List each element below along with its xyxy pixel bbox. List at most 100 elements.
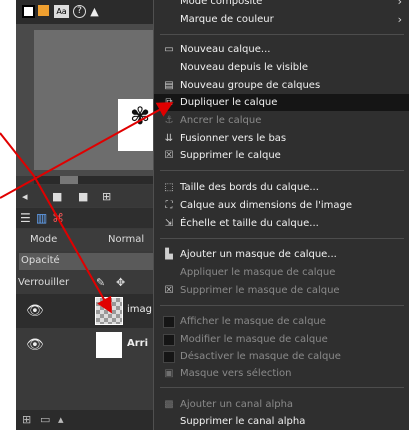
- menu-item-edit-layer-mask[interactable]: Modifier le masque de calque: [154, 331, 409, 348]
- dock-tabs: ☰ ▥ ⌘: [16, 208, 156, 228]
- alpha-icon: ▩: [164, 399, 174, 410]
- menu-item-label: Supprimer le masque de calque: [180, 285, 340, 296]
- raise-icon[interactable]: ▴: [58, 413, 64, 426]
- add-mask-icon: ▙: [165, 249, 173, 260]
- menu-item-label: Modifier le masque de calque: [180, 334, 328, 345]
- menu-item-label: Masque vers sélection: [180, 368, 292, 379]
- menu-item-anchor-layer[interactable]: ⚓ Ancrer le calque: [154, 112, 409, 129]
- menu-item-label: Ajouter un masque de calque...: [180, 249, 337, 260]
- channels-tab-icon[interactable]: ▥: [36, 211, 47, 225]
- duplicate-icon: ⧉: [165, 97, 173, 108]
- font-icon[interactable]: Aa: [54, 5, 69, 18]
- dock-toolbar: Aa ? ▲: [16, 0, 156, 24]
- menu-item-composite-mode[interactable]: Mode composite ›: [154, 0, 409, 10]
- menu-item-add-alpha-channel[interactable]: ▩ Ajouter un canal alpha: [154, 396, 409, 413]
- menu-item-label: Désactiver le masque de calque: [180, 351, 341, 362]
- menu-item-label: Supprimer le canal alpha: [180, 416, 306, 427]
- layer-boundary-icon: ⬚: [164, 182, 174, 193]
- layer-name: imag: [127, 304, 152, 315]
- nav-grid-icon[interactable]: ⊞: [102, 190, 111, 203]
- triangle-icon[interactable]: ▲: [88, 5, 101, 18]
- help-icon[interactable]: ?: [73, 5, 86, 18]
- menu-item-show-layer-mask[interactable]: Afficher le masque de calque: [154, 313, 409, 330]
- menu-item-color-tag[interactable]: Marque de couleur ›: [154, 11, 409, 28]
- menu-item-label: Ancrer le calque: [180, 115, 262, 126]
- visibility-eye-icon[interactable]: 👁: [26, 337, 44, 353]
- nav-frame-icon[interactable]: ■: [78, 190, 88, 203]
- menu-item-label: Calque aux dimensions de l'image: [180, 200, 353, 211]
- artwork-icon: ✾: [130, 102, 151, 130]
- menu-item-delete-layer[interactable]: ☒ Supprimer le calque: [154, 147, 409, 164]
- menu-item-label: Échelle et taille du calque...: [180, 218, 319, 229]
- scale-icon: ⇲: [164, 218, 174, 229]
- delete-icon: ☒: [164, 150, 174, 161]
- menu-item-label: Nouveau groupe de calques: [180, 80, 321, 91]
- delete-mask-icon: ☒: [164, 285, 174, 296]
- menu-item-label: Appliquer le masque de calque: [180, 267, 336, 278]
- mask-to-selection-icon: ▣: [164, 368, 174, 379]
- submenu-arrow-icon: ›: [397, 13, 402, 26]
- layer-thumbnail: [95, 297, 123, 325]
- folder-icon[interactable]: ▭: [40, 413, 50, 426]
- lock-label: Verrouiller: [18, 277, 70, 288]
- scrollbar-thumb[interactable]: [60, 176, 78, 184]
- foreground-color-icon[interactable]: [22, 5, 35, 18]
- menu-item-delete-layer-mask[interactable]: ☒ Supprimer le masque de calque: [154, 282, 409, 299]
- menu-item-layer-boundary-size[interactable]: ⬚ Taille des bords du calque...: [154, 179, 409, 196]
- menu-item-scale-layer[interactable]: ⇲ Échelle et taille du calque...: [154, 215, 409, 232]
- layer-name: Arri: [127, 338, 149, 349]
- new-layer-icon: ▭: [164, 44, 174, 55]
- opacity-slider[interactable]: Opacité: [19, 253, 156, 270]
- nav-first-icon[interactable]: ◂: [22, 190, 28, 203]
- menu-item-merge-down[interactable]: ⇊ Fusionner vers le bas: [154, 130, 409, 147]
- menu-item-label: Nouveau depuis le visible: [180, 62, 309, 73]
- brush-icon[interactable]: [38, 5, 49, 16]
- paths-tab-icon[interactable]: ⌘: [52, 211, 64, 225]
- navigation-row: ◂ ■ ■ ⊞: [16, 185, 156, 207]
- menu-item-label: Taille des bords du calque...: [180, 182, 319, 193]
- layer-context-menu: Mode composite › Marque de couleur › ▭ N…: [153, 0, 409, 430]
- menu-separator: [160, 387, 404, 388]
- submenu-arrow-icon: ›: [397, 0, 402, 8]
- menu-item-add-layer-mask[interactable]: ▙ Ajouter un masque de calque...: [154, 246, 409, 263]
- menu-item-new-layer[interactable]: ▭ Nouveau calque...: [154, 41, 409, 58]
- menu-item-duplicate-layer[interactable]: ⧉ Dupliquer le calque: [154, 94, 409, 111]
- nav-stop-icon[interactable]: ■: [52, 190, 62, 203]
- menu-separator: [160, 34, 404, 35]
- lock-pixels-icon[interactable]: ✎: [96, 276, 105, 289]
- anchor-icon: ⚓: [164, 115, 174, 126]
- menu-separator: [160, 238, 404, 239]
- layers-bottom-bar: ⊞ ▭ ▴: [16, 410, 156, 430]
- menu-separator: [160, 170, 404, 171]
- menu-item-label: Fusionner vers le bas: [180, 133, 287, 144]
- menu-item-apply-layer-mask[interactable]: Appliquer le masque de calque: [154, 264, 409, 281]
- new-layer-icon[interactable]: ⊞: [22, 413, 31, 426]
- horizontal-scrollbar[interactable]: [34, 176, 156, 184]
- menu-item-mask-to-selection[interactable]: ▣ Masque vers sélection: [154, 365, 409, 382]
- layer-group-icon: ▤: [164, 80, 174, 91]
- layer-thumbnail: [96, 332, 122, 358]
- menu-item-label: Ajouter un canal alpha: [180, 399, 294, 410]
- menu-item-layer-to-image-size[interactable]: ⛶ Calque aux dimensions de l'image: [154, 197, 409, 214]
- layer-to-image-icon: ⛶: [165, 200, 173, 211]
- menu-item-remove-alpha-channel[interactable]: Supprimer le canal alpha: [154, 413, 409, 430]
- layer-row[interactable]: 👁 imag: [16, 294, 156, 328]
- layer-row[interactable]: 👁 Arri: [16, 328, 156, 362]
- menu-item-label: Afficher le masque de calque: [180, 316, 326, 327]
- menu-item-label: Supprimer le calque: [180, 150, 281, 161]
- mode-select[interactable]: Normal: [108, 234, 144, 245]
- menu-item-new-layer-group[interactable]: ▤ Nouveau groupe de calques: [154, 77, 409, 94]
- menu-separator: [160, 305, 404, 306]
- lock-position-icon[interactable]: ✥: [116, 276, 125, 289]
- menu-item-disable-layer-mask[interactable]: Désactiver le masque de calque: [154, 348, 409, 365]
- menu-item-new-from-visible[interactable]: Nouveau depuis le visible: [154, 59, 409, 76]
- mode-label: Mode: [30, 234, 58, 245]
- visibility-eye-icon[interactable]: 👁: [26, 303, 44, 319]
- layers-tab-icon[interactable]: ☰: [20, 211, 31, 225]
- menu-item-label: Mode composite: [180, 0, 263, 7]
- lock-row: Verrouiller ✎ ✥: [16, 273, 156, 293]
- menu-item-label: Nouveau calque...: [180, 44, 271, 55]
- menu-item-label: Marque de couleur: [180, 14, 274, 25]
- mode-row: Mode Normal: [16, 229, 156, 251]
- gimp-window: Aa ? ▲ ✾ ◂ ■ ■ ⊞ ☰ ▥ ⌘ Mode Normal Opaci…: [16, 0, 409, 430]
